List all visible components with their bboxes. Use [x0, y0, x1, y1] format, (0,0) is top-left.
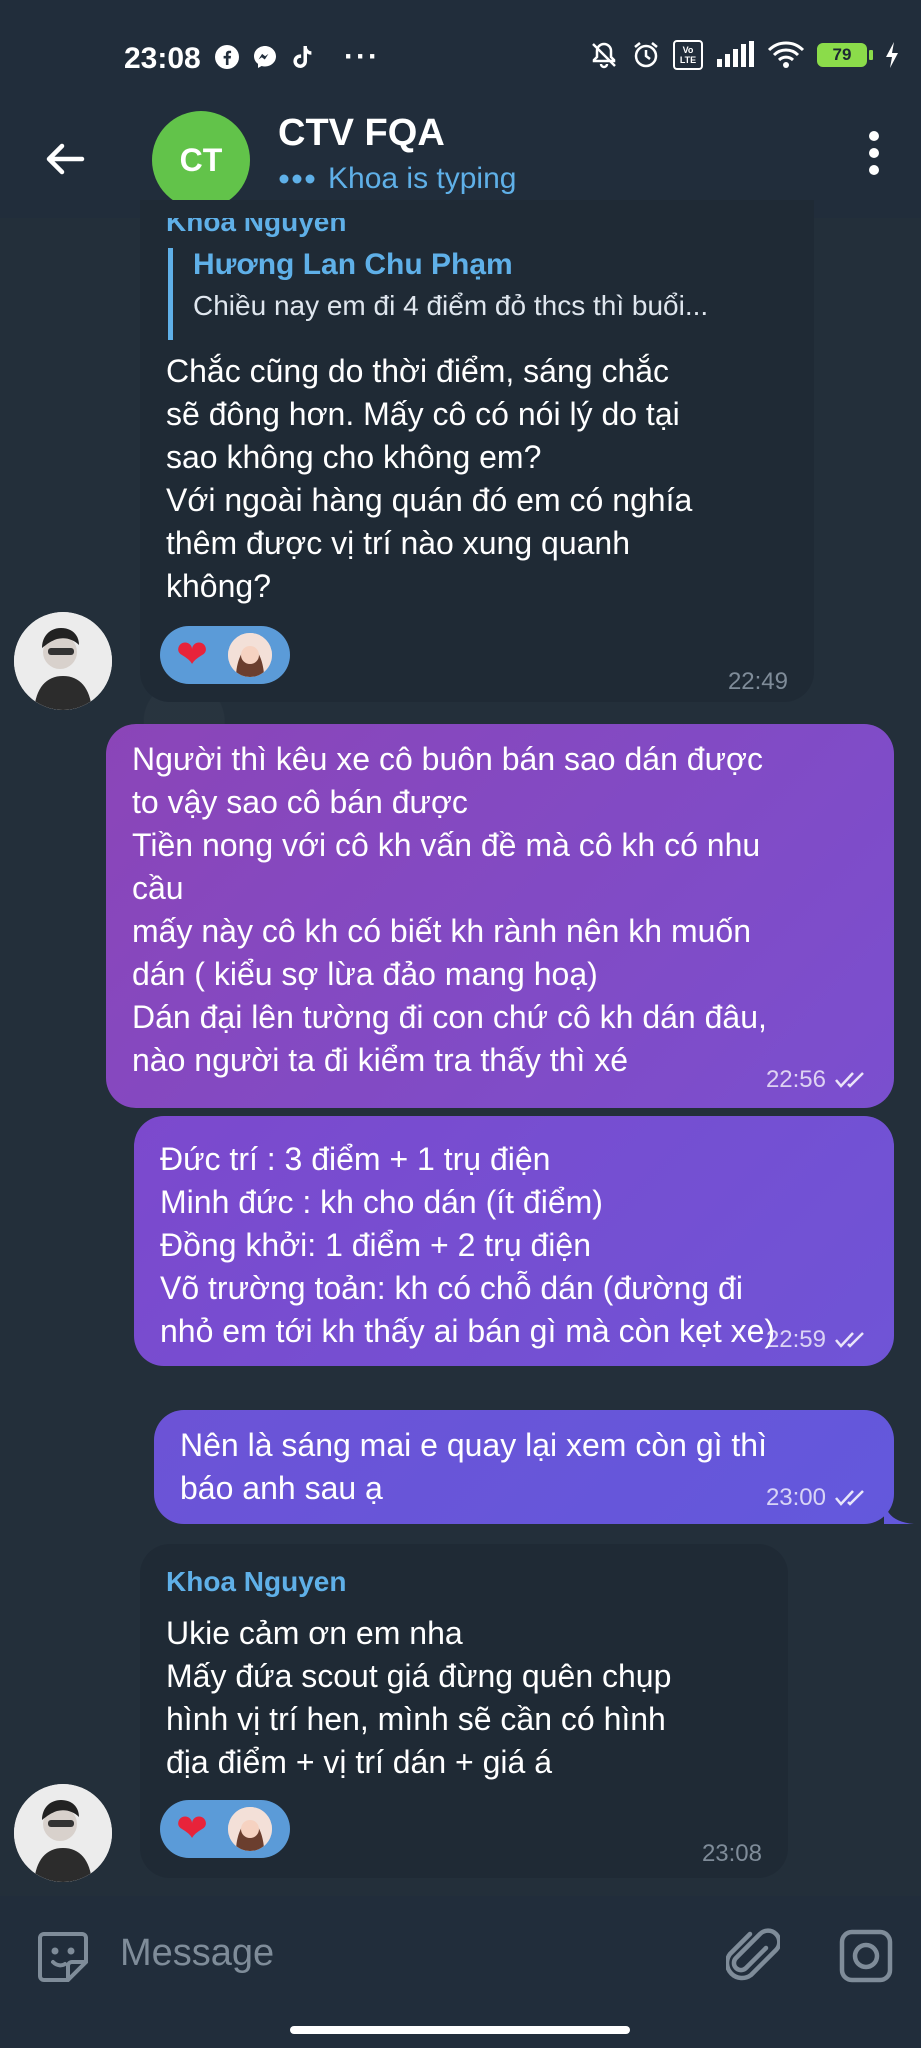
message-outgoing[interactable]: Nên là sáng mai e quay lại xem còn gì th…: [154, 1410, 894, 1524]
message-text: Đức trí : 3 điểm + 1 trụ điện Minh đức :…: [160, 1141, 776, 1349]
read-checkmarks-icon: [835, 1072, 864, 1088]
message-time: 22:59: [766, 1326, 870, 1354]
reply-text: Chiều nay em đi 4 điểm đỏ thcs thì buổi.…: [193, 290, 709, 321]
reply-quote[interactable]: Hương Lan Chu Phạm Chiều nay em đi 4 điể…: [168, 248, 798, 340]
message-input[interactable]: Message: [120, 1932, 274, 1975]
typing-status: Khoa is typing: [278, 162, 516, 196]
message-outgoing[interactable]: Đức trí : 3 điểm + 1 trụ điện Minh đức :…: [134, 1116, 894, 1366]
message-text: Ukie cảm ơn em nha Mấy đứa scout giá đừn…: [166, 1615, 672, 1780]
battery-icon: 79: [817, 43, 873, 67]
heart-reaction-icon: ❤: [176, 634, 208, 676]
facebook-icon: [215, 45, 239, 69]
message-input-bar: Message: [0, 1896, 921, 2048]
status-app-icons: ···: [214, 40, 380, 74]
volte-icon: Vo LTE: [673, 40, 703, 70]
message-text: Chắc cũng do thời điểm, sáng chắc sẽ đôn…: [166, 353, 693, 604]
message-reactions[interactable]: ❤: [160, 1800, 290, 1858]
message-sender: Khoa Nguyen: [166, 206, 347, 237]
message-time: 22:49: [727, 668, 788, 695]
message-time: 23:00: [766, 1484, 870, 1512]
message-outgoing[interactable]: Người thì kêu xe cô buôn bán sao dán đượ…: [106, 724, 894, 1108]
status-more-dots: ···: [344, 40, 380, 73]
bubble-tail: [884, 1500, 914, 1524]
typing-status-text: Khoa is typing: [328, 162, 517, 195]
sender-avatar[interactable]: [14, 1784, 112, 1882]
message-time: 23:08: [701, 1840, 762, 1867]
message-text: Người thì kêu xe cô buôn bán sao dán đượ…: [132, 741, 767, 1078]
signal-icon: [717, 41, 754, 67]
reply-sender: Hương Lan Chu Phạm: [193, 248, 513, 281]
message-reactions[interactable]: ❤: [160, 626, 290, 684]
messenger-icon: [254, 46, 276, 68]
charging-icon: [886, 42, 898, 68]
camera-icon[interactable]: [838, 1928, 894, 1984]
message-time: 22:56: [766, 1066, 870, 1094]
status-bar: 23:08 ··· Vo LTE 79: [0, 0, 921, 118]
chat-title[interactable]: CTV FQA: [278, 112, 445, 155]
typing-dots-icon: [279, 174, 315, 184]
back-arrow-icon[interactable]: [40, 134, 90, 184]
notifications-muted-icon: [592, 42, 616, 69]
home-indicator[interactable]: [290, 2026, 630, 2034]
read-checkmarks-icon: [835, 1490, 864, 1506]
alarm-icon: [634, 42, 658, 68]
message-sender: Khoa Nguyen: [166, 1566, 347, 1597]
reactor-avatar: [228, 633, 272, 677]
emoji-sticker-icon[interactable]: [36, 1930, 90, 1984]
heart-reaction-icon: ❤: [176, 1808, 208, 1850]
status-system-icons: Vo LTE 79: [589, 40, 899, 70]
status-time: 23:08: [124, 42, 201, 75]
attach-paperclip-icon[interactable]: [726, 1926, 780, 1986]
group-avatar[interactable]: CT: [152, 111, 250, 209]
reactor-avatar: [228, 1807, 272, 1851]
read-checkmarks-icon: [835, 1332, 864, 1348]
wifi-icon: [767, 41, 805, 68]
battery-level: 79: [817, 43, 867, 67]
message-incoming[interactable]: Khoa Nguyen Ukie cảm ơn em nha Mấy đứa s…: [140, 1544, 788, 1878]
more-options-icon[interactable]: [867, 130, 881, 176]
sender-avatar[interactable]: [14, 612, 112, 710]
tiktok-icon: [293, 46, 312, 68]
